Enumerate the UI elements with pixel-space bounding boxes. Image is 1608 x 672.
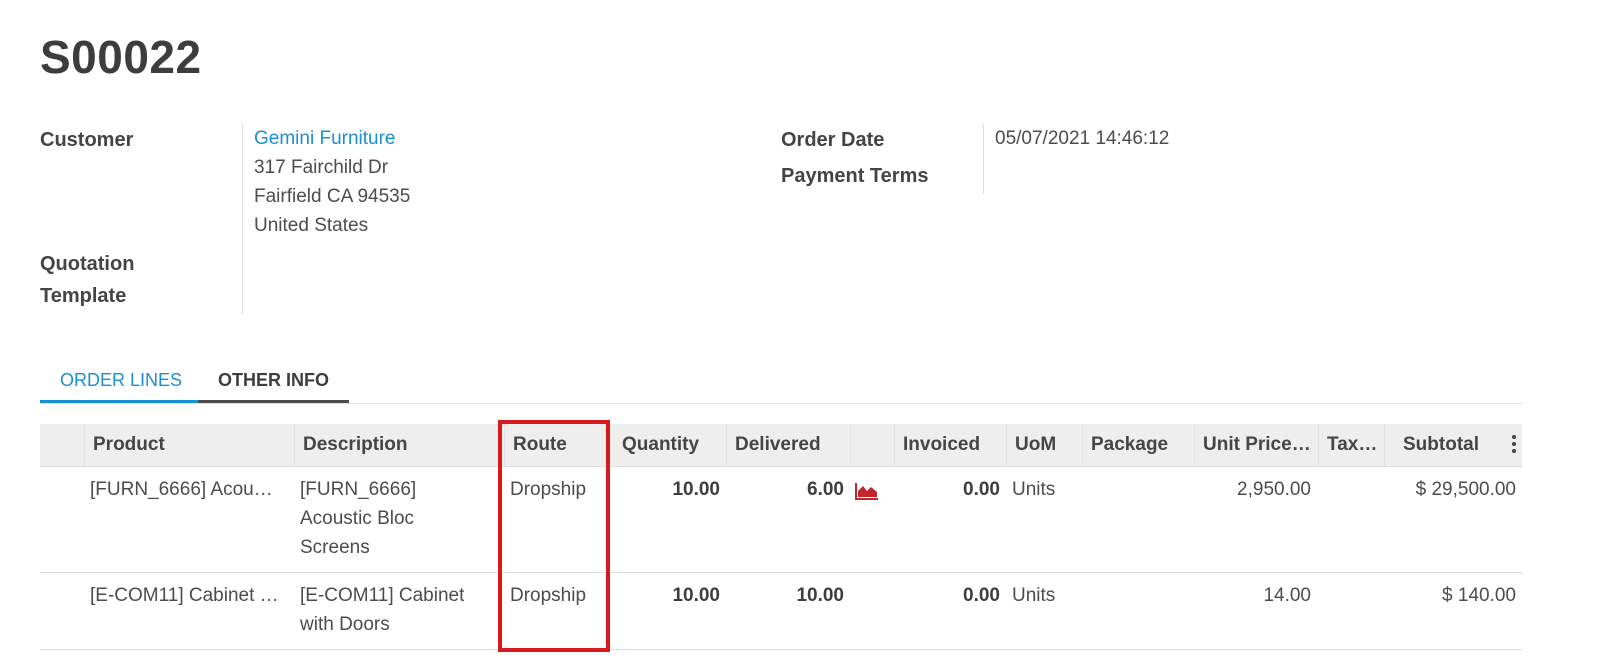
column-unit-price[interactable]: Unit Price… — [1194, 424, 1318, 466]
column-forecast — [850, 424, 894, 466]
table-row[interactable]: [E-COM11] Cabinet … [E-COM11] Cabinet wi… — [40, 573, 1522, 650]
row-invoiced: 0.00 — [963, 479, 1000, 500]
row-description-line-2[interactable]: Acoustic Bloc — [300, 504, 414, 533]
row-subtotal: $ 140.00 — [1442, 585, 1516, 606]
column-description[interactable]: Description — [294, 424, 504, 466]
column-invoiced[interactable]: Invoiced — [894, 424, 1006, 466]
notebook-tabs: ORDER LINES OTHER INFO — [40, 360, 1522, 404]
column-package[interactable]: Package — [1082, 424, 1194, 466]
quotation-template-label-1: Quotation — [40, 253, 135, 275]
table-header: Product Description Route Quantity Deliv… — [40, 424, 1522, 467]
row-product[interactable]: [E-COM11] Cabinet … — [90, 581, 290, 610]
row-invoiced: 0.00 — [963, 585, 1000, 606]
order-date-label: Order Date — [781, 129, 885, 151]
row-description-line-3[interactable]: Screens — [300, 533, 370, 562]
column-quantity[interactable]: Quantity — [614, 424, 726, 466]
row-description-line-1[interactable]: [E-COM11] Cabinet — [300, 581, 464, 610]
table-row[interactable]: [FURN_6666] Acou… [FURN_6666] Acoustic B… — [40, 467, 1522, 573]
row-quantity[interactable]: 10.00 — [614, 581, 720, 610]
row-subtotal: $ 29,500.00 — [1415, 479, 1516, 500]
address-line-3: United States — [254, 215, 369, 236]
row-delivered: 10.00 — [796, 585, 844, 606]
tab-other-info[interactable]: OTHER INFO — [198, 360, 349, 403]
row-quantity[interactable]: 10.00 — [614, 475, 720, 504]
optional-columns-icon[interactable] — [1512, 435, 1516, 456]
column-delivered[interactable]: Delivered — [726, 424, 850, 466]
customer-link[interactable]: Gemini Furniture — [254, 124, 396, 153]
quotation-template-label-2: Template — [40, 285, 127, 307]
row-description-line-2[interactable]: with Doors — [300, 610, 390, 639]
address-line-2: Fairfield CA 94535 — [254, 186, 411, 207]
area-chart-icon[interactable] — [854, 481, 880, 506]
row-unit-price[interactable]: 14.00 — [1194, 581, 1311, 610]
customer-label: Customer — [40, 129, 134, 151]
tab-order-lines[interactable]: ORDER LINES — [40, 360, 203, 403]
column-subtotal[interactable]: Subtotal — [1384, 424, 1522, 466]
field-divider-right — [983, 124, 984, 194]
column-product[interactable]: Product — [84, 424, 294, 466]
payment-terms-label: Payment Terms — [781, 165, 929, 187]
row-description-line-1[interactable]: [FURN_6666] — [300, 475, 416, 504]
row-uom[interactable]: Units — [1012, 581, 1055, 610]
column-uom[interactable]: UoM — [1006, 424, 1082, 466]
route-column-highlight — [498, 420, 610, 652]
row-product[interactable]: [FURN_6666] Acou… — [90, 475, 290, 504]
handle-column-header — [40, 424, 84, 466]
field-divider — [242, 124, 243, 314]
row-unit-price[interactable]: 2,950.00 — [1194, 475, 1311, 504]
row-uom[interactable]: Units — [1012, 475, 1055, 504]
row-delivered: 6.00 — [807, 479, 844, 500]
column-taxes[interactable]: Tax… — [1318, 424, 1384, 466]
order-date-value: 05/07/2021 14:46:12 — [995, 128, 1170, 149]
address-line-1: 317 Fairchild Dr — [254, 157, 389, 178]
page-title: S00022 — [40, 31, 202, 83]
